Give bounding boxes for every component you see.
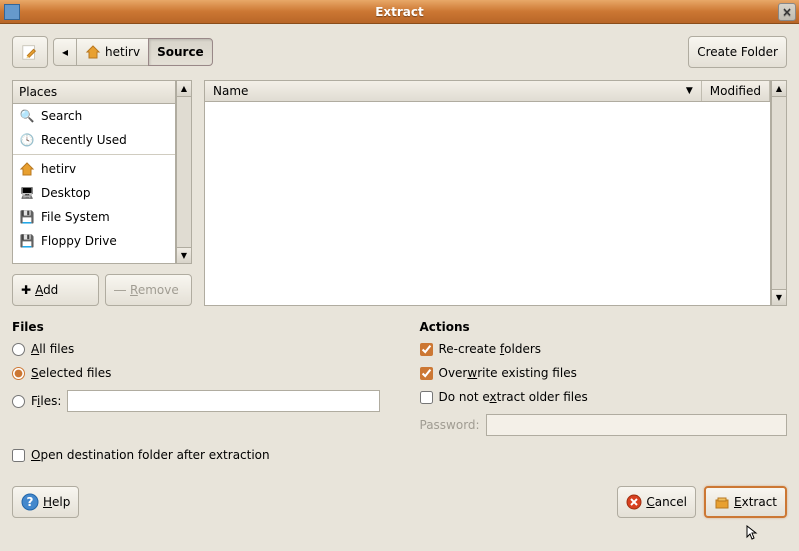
scroll-up-icon[interactable]: ▲ (772, 81, 786, 97)
places-header[interactable]: Places (12, 80, 176, 104)
svg-text:?: ? (27, 495, 34, 509)
files-section-title: Files (12, 320, 380, 334)
place-label: Floppy Drive (41, 234, 117, 248)
remove-place-button: ― Remove (105, 274, 192, 306)
places-scrollbar[interactable]: ▲ ▼ (176, 80, 192, 264)
close-icon: × (782, 5, 792, 19)
place-label: Recently Used (41, 133, 127, 147)
minus-icon: ― (114, 283, 126, 297)
radio-all-files[interactable] (12, 343, 25, 356)
add-place-button[interactable]: ✚ Add (12, 274, 99, 306)
place-item-recent[interactable]: Recently Used (13, 128, 175, 152)
edit-path-button[interactable] (12, 36, 48, 68)
path-home-button[interactable]: hetirv (76, 38, 149, 66)
desktop-icon (19, 185, 35, 201)
column-header-modified[interactable]: Modified (702, 81, 770, 101)
path-current-button[interactable]: Source (148, 38, 213, 66)
place-item-filesystem[interactable]: File System (13, 205, 175, 229)
place-item-floppy[interactable]: Floppy Drive (13, 229, 175, 253)
radio-selected-files[interactable] (12, 367, 25, 380)
check-overwrite[interactable] (420, 367, 433, 380)
recent-icon (19, 132, 35, 148)
column-header-name[interactable]: Name ▼ (205, 81, 702, 101)
pencil-icon (21, 42, 39, 62)
create-folder-button[interactable]: Create Folder (688, 36, 787, 68)
cancel-icon (626, 494, 642, 510)
file-list[interactable] (204, 102, 771, 306)
help-icon: ? (21, 493, 39, 511)
place-item-home[interactable]: hetirv (13, 157, 175, 181)
check-recreate[interactable] (420, 343, 433, 356)
place-label: Desktop (41, 186, 91, 200)
actions-section-title: Actions (420, 320, 788, 334)
radio-selected-files-label[interactable]: Selected files (31, 366, 111, 380)
window-title: Extract (0, 5, 799, 19)
path-home-label: hetirv (105, 45, 140, 59)
file-scrollbar[interactable]: ▲ ▼ (771, 80, 787, 306)
drive-icon (19, 209, 35, 225)
password-label: Password: (420, 418, 480, 432)
pattern-input[interactable] (67, 390, 379, 412)
extract-button[interactable]: Extract (704, 486, 787, 518)
floppy-icon (19, 233, 35, 249)
titlebar: Extract × (0, 0, 799, 24)
cancel-button[interactable]: Cancel (617, 486, 696, 518)
radio-all-files-label[interactable]: All files (31, 342, 74, 356)
check-overwrite-label[interactable]: Overwrite existing files (439, 366, 577, 380)
check-open-dest-label[interactable]: Open destination folder after extraction (31, 448, 270, 462)
scroll-down-icon[interactable]: ▼ (177, 247, 191, 263)
path-current-label: Source (157, 45, 204, 59)
home-icon (19, 161, 35, 177)
password-input (486, 414, 787, 436)
scroll-down-icon[interactable]: ▼ (772, 289, 786, 305)
check-recreate-label[interactable]: Re-create folders (439, 342, 542, 356)
place-item-desktop[interactable]: Desktop (13, 181, 175, 205)
place-item-search[interactable]: Search (13, 104, 175, 128)
check-noolder[interactable] (420, 391, 433, 404)
home-icon (85, 44, 101, 60)
search-icon (19, 108, 35, 124)
place-label: hetirv (41, 162, 76, 176)
close-button[interactable]: × (778, 3, 796, 21)
check-open-dest[interactable] (12, 449, 25, 462)
radio-pattern-label[interactable]: Files: (31, 394, 61, 408)
place-label: Search (41, 109, 82, 123)
places-list: Search Recently Used hetirv (12, 104, 176, 264)
chevron-left-icon: ◂ (62, 45, 68, 59)
sort-desc-icon: ▼ (686, 86, 693, 96)
help-button[interactable]: ? Help (12, 486, 79, 518)
path-back-button[interactable]: ◂ (53, 38, 77, 66)
check-noolder-label[interactable]: Do not extract older files (439, 390, 588, 404)
place-label: File System (41, 210, 110, 224)
extract-icon (714, 494, 730, 510)
plus-icon: ✚ (21, 283, 31, 297)
radio-pattern-files[interactable] (12, 395, 25, 408)
scroll-up-icon[interactable]: ▲ (177, 81, 191, 97)
